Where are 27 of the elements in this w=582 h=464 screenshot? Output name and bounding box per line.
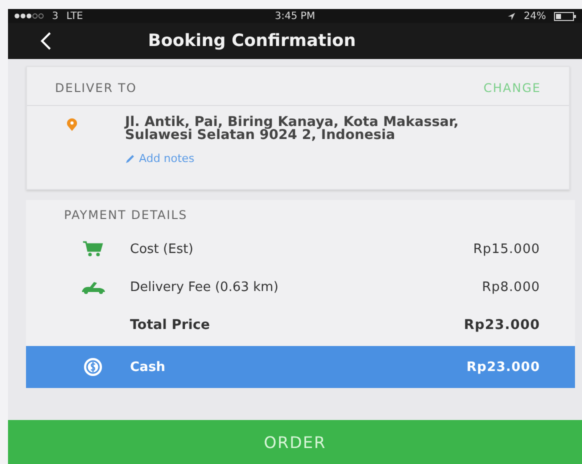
back-icon xyxy=(40,31,52,51)
carrier-label: 3 xyxy=(52,10,58,22)
dollar-coin-icon xyxy=(83,357,103,377)
battery-icon xyxy=(554,12,576,20)
scooter-icon xyxy=(80,280,106,294)
section-heading: DELIVER TO xyxy=(55,81,137,95)
order-button[interactable]: ORDER xyxy=(8,420,582,464)
section-heading: PAYMENT DETAILS xyxy=(63,208,188,224)
change-link[interactable]: CHANGE xyxy=(484,81,541,95)
price-label: Total Price xyxy=(130,317,211,333)
location-icon xyxy=(506,12,516,20)
add-notes-link[interactable]: Add notes xyxy=(125,152,520,165)
cart-icon xyxy=(82,241,104,257)
payment-method-option[interactable]: Cash Rp23.000 xyxy=(26,346,575,388)
delivery-address: Jl. Antik, Pai, Biring Kanaya, Kota Makassar, Sulawesi Selatan 9024 2, Indonesia xyxy=(125,116,460,142)
status-time: 3:45 PM xyxy=(274,10,316,22)
price-label: Cost (Est) xyxy=(130,242,194,256)
price-label: Delivery Fee (0.63 km) xyxy=(130,280,280,294)
price-amount: Rp15.000 xyxy=(473,242,541,256)
pencil-icon xyxy=(125,154,135,164)
signal-icon xyxy=(14,13,44,19)
location-pin-icon xyxy=(65,118,79,132)
network-label: LTE xyxy=(66,10,83,22)
battery-percent: 24% xyxy=(524,10,546,22)
price-amount: Rp23.000 xyxy=(464,317,541,333)
screen-title: Booking Confirmation xyxy=(148,31,356,51)
price-amount: Rp8.000 xyxy=(482,280,541,294)
